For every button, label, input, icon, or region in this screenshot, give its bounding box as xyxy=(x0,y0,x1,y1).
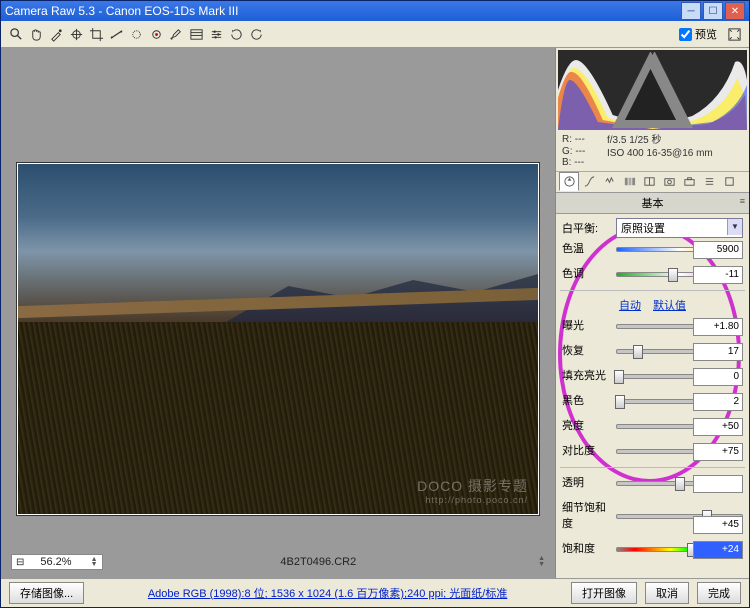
spot-tool-icon[interactable] xyxy=(127,25,145,43)
color-sampler-icon[interactable] xyxy=(67,25,85,43)
tab-split[interactable] xyxy=(639,172,659,191)
tint-value[interactable]: -11 xyxy=(693,266,743,284)
done-button[interactable]: 完成 xyxy=(697,582,741,604)
recov-value[interactable]: 17 xyxy=(693,343,743,361)
close-button[interactable]: ✕ xyxy=(725,2,745,20)
tab-camera[interactable] xyxy=(679,172,699,191)
fullscreen-icon[interactable] xyxy=(725,25,743,43)
watermark: DOCO 摄影专题 http://photo.poco.cn/ xyxy=(417,478,528,506)
panel-title: 基本 ≡ xyxy=(556,193,749,214)
filename-label: 4B2T0496.CR2 xyxy=(103,556,535,568)
tab-presets[interactable] xyxy=(699,172,719,191)
preview-canvas[interactable]: DOCO 摄影专题 http://photo.poco.cn/ xyxy=(17,163,539,515)
open-image-button[interactable]: 打开图像 xyxy=(571,582,637,604)
chevron-down-icon: ▼ xyxy=(727,219,742,235)
sat-value[interactable]: +24 xyxy=(693,541,743,559)
adjust-brush-icon[interactable] xyxy=(167,25,185,43)
hand-tool-icon[interactable] xyxy=(27,25,45,43)
redeye-tool-icon[interactable] xyxy=(147,25,165,43)
preview-label: 预览 xyxy=(695,26,717,42)
crop-tool-icon[interactable] xyxy=(87,25,105,43)
minimize-button[interactable]: ─ xyxy=(681,2,701,20)
histogram[interactable] xyxy=(558,50,747,130)
rgb-readout: R: ---G: ---B: --- xyxy=(562,134,607,169)
auto-link[interactable]: 自动 xyxy=(619,300,641,312)
exif-readout: f/3.5 1/25 秒ISO 400 16-35@16 mm xyxy=(607,134,743,169)
clar-value[interactable] xyxy=(693,475,743,493)
preview-checkbox[interactable]: 预览 xyxy=(679,26,717,42)
tab-basic[interactable] xyxy=(559,172,579,191)
window-title: Camera Raw 5.3 - Canon EOS-1Ds Mark III xyxy=(5,4,238,18)
straighten-tool-icon[interactable] xyxy=(107,25,125,43)
wb-select[interactable]: 原照设置▼ xyxy=(616,218,743,238)
zoom-tool-icon[interactable] xyxy=(7,25,25,43)
vib-value[interactable]: +45 xyxy=(693,516,743,534)
rotate-ccw-icon[interactable] xyxy=(227,25,245,43)
black-value[interactable]: 2 xyxy=(693,393,743,411)
grad-filter-icon[interactable] xyxy=(187,25,205,43)
fill-value[interactable]: 0 xyxy=(693,368,743,386)
tab-detail[interactable] xyxy=(599,172,619,191)
contr-value[interactable]: +75 xyxy=(693,443,743,461)
tab-snapshots[interactable] xyxy=(719,172,739,191)
default-link[interactable]: 默认值 xyxy=(653,300,686,312)
rotate-cw-icon[interactable] xyxy=(247,25,265,43)
prefs-icon[interactable] xyxy=(207,25,225,43)
zoom-level[interactable]: ⊟ 56.2% ▲▼ xyxy=(11,554,103,570)
cancel-button[interactable]: 取消 xyxy=(645,582,689,604)
nav-arrows[interactable]: ▲▼ xyxy=(538,556,545,568)
bright-value[interactable]: +50 xyxy=(693,418,743,436)
tab-hsl[interactable] xyxy=(619,172,639,191)
wb-label: 白平衡: xyxy=(562,220,612,236)
tab-curve[interactable] xyxy=(579,172,599,191)
save-image-button[interactable]: 存储图像... xyxy=(9,582,84,604)
panel-menu-icon[interactable]: ≡ xyxy=(740,196,745,206)
maximize-button[interactable]: ☐ xyxy=(703,2,723,20)
wb-tool-icon[interactable] xyxy=(47,25,65,43)
workflow-link[interactable]: Adobe RGB (1998):8 位; 1536 x 1024 (1.6 百… xyxy=(92,585,563,601)
tab-lens[interactable] xyxy=(659,172,679,191)
temp-value[interactable]: 5900 xyxy=(693,241,743,259)
exp-value[interactable]: +1.80 xyxy=(693,318,743,336)
